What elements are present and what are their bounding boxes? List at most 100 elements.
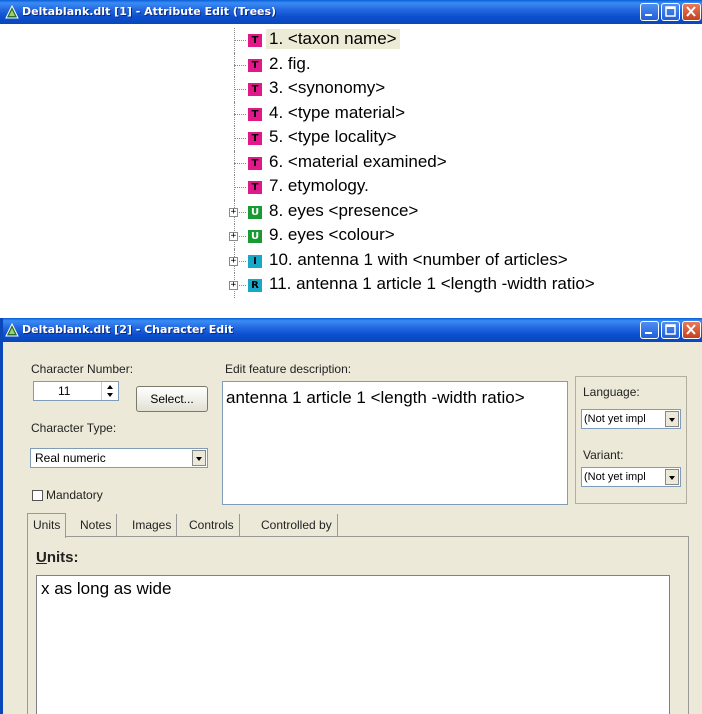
- attribute-edit-titlebar[interactable]: Deltablank.dlt [1] - Attribute Edit (Tre…: [0, 0, 702, 24]
- tree-node[interactable]: T 2. fig.: [224, 52, 702, 77]
- delta-app-icon: [5, 5, 19, 19]
- maximize-icon: [665, 6, 676, 17]
- tree-connector: [234, 64, 246, 66]
- close-button[interactable]: [682, 3, 701, 21]
- tab-units[interactable]: Units: [27, 513, 67, 538]
- tree-node[interactable]: T 4. <type material>: [224, 101, 702, 126]
- variant-value: (Not yet impl: [584, 471, 646, 483]
- tree-left-pane: [0, 24, 220, 318]
- tree-node[interactable]: T 6. <material examined>: [224, 150, 702, 175]
- character-type-badge-icon: T: [248, 181, 262, 194]
- expand-plus-icon[interactable]: +: [229, 232, 238, 241]
- tab-notes[interactable]: Notes: [75, 514, 118, 536]
- character-number-spinner[interactable]: 11: [33, 381, 119, 401]
- chevron-down-icon[interactable]: [665, 469, 679, 485]
- character-type-label: Character Type:: [31, 421, 117, 435]
- tab-controls[interactable]: Controls: [184, 514, 240, 536]
- expand-plus-icon[interactable]: +: [229, 207, 238, 217]
- attribute-edit-window: Deltablank.dlt [1] - Attribute Edit (Tre…: [0, 0, 702, 318]
- maximize-button[interactable]: [661, 321, 680, 339]
- units-value: x as long as wide: [41, 579, 172, 598]
- character-type-value: Real numeric: [35, 451, 106, 465]
- character-type-badge-icon: T: [248, 132, 262, 145]
- window-title: Deltablank.dlt [1] - Attribute Edit (Tre…: [22, 5, 277, 18]
- tree-node[interactable]: + I 10. antenna 1 with <number of articles…: [224, 248, 702, 273]
- variant-label: Variant:: [583, 448, 624, 462]
- tree-node-label: 5. <type locality>: [269, 127, 397, 146]
- variant-select[interactable]: (Not yet impl: [581, 467, 681, 487]
- tree-node[interactable]: + U 9. eyes <colour>: [224, 224, 702, 249]
- tree-connector: [234, 89, 246, 90]
- tree-node[interactable]: T 3. <synonomy>: [224, 77, 702, 102]
- feature-description-label: Edit feature description:: [225, 362, 352, 376]
- language-label: Language:: [583, 385, 640, 399]
- tree-connector: [234, 162, 246, 164]
- close-icon: [686, 324, 696, 335]
- chevron-down-icon[interactable]: [192, 450, 206, 466]
- character-type-badge-icon: U: [248, 205, 262, 219]
- maximize-button[interactable]: [661, 3, 680, 21]
- tree-node-label: 7. etymology.: [269, 176, 369, 195]
- expand-plus-icon[interactable]: +: [229, 281, 238, 290]
- units-label: Units:: [36, 549, 79, 566]
- select-button[interactable]: Select...: [136, 386, 208, 412]
- minimize-button[interactable]: [640, 3, 659, 21]
- tree-node-label: 11. antenna 1 article 1 <length -width r…: [269, 274, 595, 293]
- maximize-icon: [665, 324, 676, 335]
- spin-up-down-icon: [107, 385, 113, 397]
- tree-connector: [234, 40, 246, 41]
- character-type-badge-icon: U: [248, 230, 262, 243]
- tree-node[interactable]: + U 8. eyes <presence>: [224, 199, 702, 224]
- tree-node-label: 4. <type material>: [269, 102, 406, 122]
- tree-node[interactable]: T 7. etymology.: [224, 175, 702, 200]
- tree-connector: [234, 187, 246, 188]
- language-value: (Not yet impl: [584, 413, 646, 425]
- units-label-mnemonic: U: [36, 549, 47, 566]
- close-button[interactable]: [682, 321, 701, 339]
- units-tab-panel: Units: x as long as wide: [27, 536, 689, 714]
- tree-node[interactable]: T 5. <type locality>: [224, 126, 702, 151]
- minimize-icon: [645, 332, 652, 334]
- tree-node[interactable]: + R 11. antenna 1 article 1 <length -width…: [224, 273, 702, 298]
- tree-connector: [234, 138, 246, 139]
- tree-node-label: 3. <synonomy>: [269, 78, 386, 97]
- character-type-badge-icon: T: [248, 156, 262, 170]
- character-type-badge-icon: T: [248, 34, 262, 47]
- window-title: Deltablank.dlt [2] - Character Edit: [22, 323, 234, 336]
- tree-node-label: 8. eyes <presence>: [269, 200, 419, 220]
- tree-node-label: 6. <material examined>: [269, 151, 447, 171]
- character-type-select[interactable]: Real numeric: [30, 448, 208, 468]
- character-tree[interactable]: T 1. <taxon name> T 2. fig. T 3. <synonomy> T 4…: [224, 28, 702, 298]
- character-type-badge-icon: T: [248, 58, 262, 72]
- expand-plus-icon[interactable]: +: [229, 256, 238, 266]
- character-type-badge-icon: R: [248, 279, 262, 292]
- character-edit-titlebar[interactable]: Deltablank.dlt [2] - Character Edit: [3, 318, 702, 342]
- tree-node-label: 1. <taxon name>: [266, 29, 400, 49]
- character-number-label: Character Number:: [31, 362, 134, 376]
- tree-node[interactable]: T 1. <taxon name>: [224, 28, 702, 53]
- minimize-button[interactable]: [640, 321, 659, 339]
- tree-node-label: 9. eyes <colour>: [269, 225, 395, 244]
- tab-images[interactable]: Images: [127, 514, 178, 536]
- close-icon: [686, 6, 696, 17]
- character-edit-window: Deltablank.dlt [2] - Character Edit Char…: [0, 318, 702, 714]
- spinner-arrows[interactable]: [101, 382, 118, 400]
- feature-description-textarea[interactable]: antenna 1 article 1 <length -width ratio…: [222, 381, 568, 505]
- tree-node-label: 2. fig.: [269, 53, 311, 73]
- tab-controlled-by[interactable]: Controlled by: [256, 514, 338, 536]
- units-label-rest: nits:: [46, 549, 79, 566]
- tree-node-label: 10. antenna 1 with <number of articles>: [269, 249, 568, 269]
- feature-description-text: antenna 1 article 1 <length -width ratio…: [226, 388, 525, 407]
- mandatory-checkbox[interactable]: [32, 490, 43, 501]
- tree-connector: [234, 113, 246, 115]
- character-type-badge-icon: T: [248, 83, 262, 96]
- character-type-badge-icon: I: [248, 254, 262, 268]
- character-type-badge-icon: T: [248, 107, 262, 121]
- character-number-value: 11: [58, 384, 71, 398]
- chevron-down-icon[interactable]: [665, 411, 679, 427]
- minimize-icon: [645, 14, 652, 16]
- mandatory-label: Mandatory: [46, 488, 103, 502]
- delta-app-icon: [5, 323, 19, 337]
- units-textarea[interactable]: x as long as wide: [36, 575, 670, 714]
- language-select[interactable]: (Not yet impl: [581, 409, 681, 429]
